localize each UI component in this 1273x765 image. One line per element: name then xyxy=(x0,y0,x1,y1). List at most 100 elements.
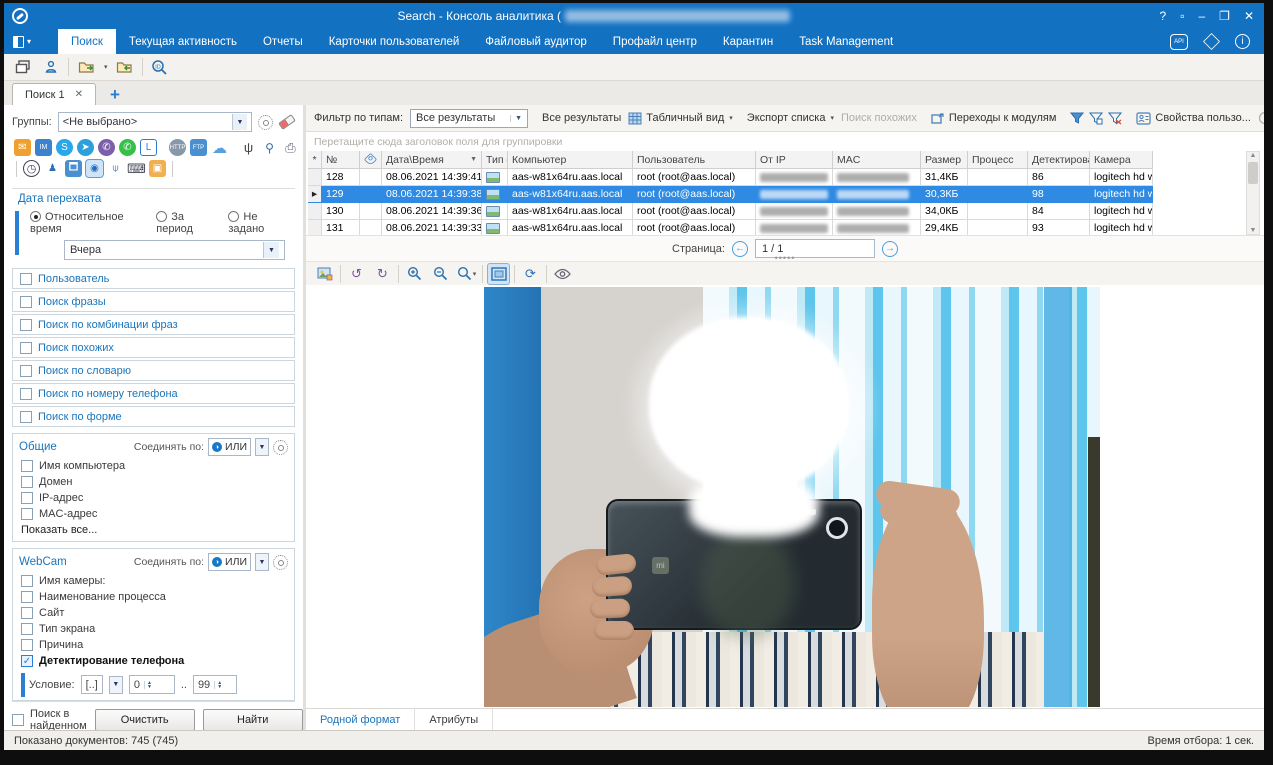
check-screen-type[interactable]: Тип экрана xyxy=(21,623,286,635)
table-row[interactable]: 130 08.06.2021 14:39:36 aas-w81x64ru.aas… xyxy=(308,203,1264,220)
im-icon[interactable]: IM xyxy=(35,139,52,156)
checkbox[interactable] xyxy=(20,365,32,377)
check-process-name[interactable]: Наименование процесса xyxy=(21,591,286,603)
clear-button[interactable]: Очистить xyxy=(95,709,195,730)
table-row-selected[interactable]: ▸ 129 08.06.2021 14:39:38 aas-w81x64ru.a… xyxy=(308,186,1264,203)
export-folder-icon[interactable] xyxy=(75,56,97,78)
http-icon[interactable]: HTTP xyxy=(169,139,186,156)
chat-history-button[interactable]: История переписки xyxy=(1258,111,1264,125)
check-ip-address[interactable]: IP-адрес xyxy=(21,492,286,504)
skype-icon[interactable]: S xyxy=(56,139,73,156)
condition-from-input[interactable]: 0▲▼ xyxy=(129,675,175,694)
user-search-icon[interactable] xyxy=(40,56,62,78)
keyboard-icon[interactable]: ⌨ xyxy=(128,160,145,177)
search-box-similar[interactable]: Поиск похожих xyxy=(12,337,295,358)
filter-clear-icon[interactable] xyxy=(1108,111,1122,125)
chevron-down-icon[interactable]: ▼ xyxy=(263,242,279,258)
date-preset-select[interactable]: Вчера ▼ xyxy=(64,240,285,260)
webcam-settings-icon[interactable] xyxy=(273,555,288,570)
close-tab-icon[interactable]: ✕ xyxy=(75,89,83,100)
check-domain[interactable]: Домен xyxy=(21,476,286,488)
pin-window-button[interactable]: ▫ xyxy=(1180,9,1184,23)
cascade-windows-icon[interactable] xyxy=(12,56,34,78)
tab-file-auditor[interactable]: Файловый аудитор xyxy=(472,29,600,54)
rotate-left-icon[interactable]: ↺ xyxy=(346,264,367,284)
microphone-icon[interactable]: ⍦ xyxy=(107,160,124,177)
tab-profile-center[interactable]: Профайл центр xyxy=(600,29,710,54)
filter-type-select[interactable]: Все результаты▼ xyxy=(410,109,528,128)
check-mac-address[interactable]: MAC-адрес xyxy=(21,508,286,520)
goto-modules-button[interactable]: Переходы к модулям xyxy=(931,112,1057,125)
zoom-in-icon[interactable] xyxy=(404,264,425,284)
printer-icon[interactable]: ⎙ xyxy=(282,139,299,156)
check-site[interactable]: Сайт xyxy=(21,607,286,619)
cloud-icon[interactable]: ☁ xyxy=(211,139,228,156)
telegram-icon[interactable]: ➤ xyxy=(77,139,94,156)
device-search-icon[interactable]: ⚲ xyxy=(261,139,278,156)
table-view-button[interactable]: Табличный вид▾ xyxy=(628,112,733,125)
filter-edit-icon[interactable] xyxy=(1089,111,1103,125)
checkbox[interactable] xyxy=(20,388,32,400)
checkbox[interactable] xyxy=(20,296,32,308)
viber-icon[interactable]: ✆ xyxy=(98,139,115,156)
table-header-row[interactable]: * № Дата\Время▼ Тип фа Компьютер Пользов… xyxy=(308,151,1264,169)
user-properties-button[interactable]: Свойства пользо... xyxy=(1136,112,1251,125)
search-box-dictionary[interactable]: Поиск по словарю xyxy=(12,360,295,381)
help-button[interactable]: ? xyxy=(1160,9,1167,23)
search-in-found-checkbox[interactable]: Поиск в найденном xyxy=(12,708,87,730)
api-icon[interactable]: API xyxy=(1170,34,1188,50)
tab-attributes[interactable]: Атрибуты xyxy=(415,709,493,730)
zoom-out-icon[interactable] xyxy=(430,264,451,284)
find-button[interactable]: Найти xyxy=(203,709,303,730)
modules-cube-icon[interactable] xyxy=(1203,33,1220,50)
tab-poisk[interactable]: Поиск xyxy=(58,29,116,54)
checkbox[interactable] xyxy=(20,342,32,354)
search-tab-1[interactable]: Поиск 1 ✕ xyxy=(12,83,96,105)
whatsapp-icon[interactable]: ✆ xyxy=(119,139,136,156)
main-menu-button[interactable]: ▾ xyxy=(4,29,40,54)
filter-apply-icon[interactable] xyxy=(1070,111,1084,125)
search-box-form[interactable]: Поиск по форме xyxy=(12,406,295,427)
monitor-icon[interactable]: 🗖 xyxy=(65,160,82,177)
common-settings-icon[interactable] xyxy=(273,440,288,455)
close-button[interactable]: ✕ xyxy=(1244,9,1254,23)
maximize-button[interactable]: ❐ xyxy=(1219,9,1230,23)
checkbox[interactable] xyxy=(20,411,32,423)
tab-task-management[interactable]: Task Management xyxy=(786,29,906,54)
radio-period[interactable]: За период xyxy=(156,211,216,235)
chevron-down-icon[interactable]: ▼ xyxy=(255,553,269,571)
view-eye-icon[interactable] xyxy=(552,264,573,284)
check-reason[interactable]: Причина xyxy=(21,639,286,651)
zoom-level-menu-icon[interactable]: ▾ xyxy=(456,264,477,284)
chevron-down-icon[interactable]: ▼ xyxy=(109,676,123,694)
webcam-join-select[interactable]: ◑ИЛИ xyxy=(208,553,251,571)
clock-icon[interactable]: ◷ xyxy=(23,160,40,177)
check-phone-detection[interactable]: ✓Детектирование телефона xyxy=(21,655,286,667)
tab-native-format[interactable]: Родной формат xyxy=(306,709,415,730)
page-input[interactable]: 1 / 1 xyxy=(755,239,875,258)
chevron-down-icon[interactable]: ▼ xyxy=(232,114,247,130)
tab-current-activity[interactable]: Текущая активность xyxy=(116,29,250,54)
common-join-select[interactable]: ◑ИЛИ xyxy=(208,438,251,456)
radio-relative-time[interactable]: Относительное время xyxy=(30,211,144,235)
table-scrollbar[interactable]: ▲▼ xyxy=(1246,151,1260,235)
rotate-right-icon[interactable]: ↻ xyxy=(372,264,393,284)
lync-icon[interactable]: L xyxy=(140,139,157,156)
groups-select[interactable]: <Не выбрано> ▼ xyxy=(58,112,252,132)
search-box-phone-number[interactable]: Поиск по номеру телефона xyxy=(12,383,295,404)
condition-operator-select[interactable]: [..] xyxy=(81,675,103,694)
check-computer-name[interactable]: Имя компьютера xyxy=(21,460,286,472)
tab-quarantine[interactable]: Карантин xyxy=(710,29,786,54)
checkbox[interactable] xyxy=(20,319,32,331)
minimize-button[interactable]: – xyxy=(1198,9,1205,23)
tab-user-cards[interactable]: Карточки пользователей xyxy=(316,29,473,54)
radio-not-set[interactable]: Не задано xyxy=(228,211,289,235)
search-box-phrase[interactable]: Поиск фразы xyxy=(12,291,295,312)
export-list-button[interactable]: Экспорт списка▾ xyxy=(747,112,834,124)
folder-watch-icon[interactable]: ▣ xyxy=(149,160,166,177)
clear-groups-icon[interactable] xyxy=(278,114,296,130)
export-folder-caret[interactable]: ▾ xyxy=(104,63,108,71)
search-by-id-icon[interactable]: ID xyxy=(149,56,171,78)
fit-to-window-icon[interactable] xyxy=(488,264,509,284)
next-page-icon[interactable]: → xyxy=(882,241,898,257)
